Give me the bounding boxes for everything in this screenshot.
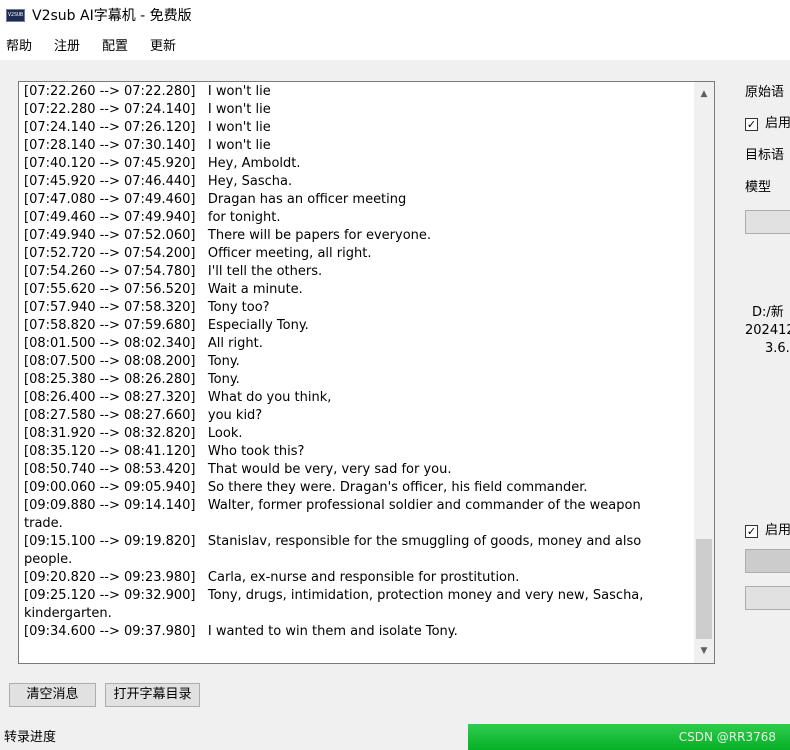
info-date-line: 202412	[745, 323, 790, 338]
log-line: [07:40.120 --> 07:45.920] Hey, Amboldt.	[24, 156, 301, 171]
log-line: [09:20.820 --> 09:23.980] Carla, ex-nurs…	[24, 570, 520, 585]
progress-label: 转录进度	[4, 730, 57, 745]
log-line: [07:45.920 --> 07:46.440] Hey, Sascha.	[24, 174, 293, 189]
log-line: [08:35.120 --> 08:41.120] Who took this?	[24, 444, 305, 459]
model-select-button[interactable]	[745, 210, 790, 234]
target-language-label: 目标语	[745, 148, 785, 163]
log-line: [07:58.820 --> 07:59.680] Especially Ton…	[24, 318, 309, 333]
log-line: [07:28.140 --> 07:30.140] I won't lie	[24, 138, 271, 153]
side-action-button-1[interactable]	[745, 549, 790, 573]
log-line: [07:24.140 --> 07:26.120] I won't lie	[24, 120, 271, 135]
enable-checkbox-1[interactable]: ✓	[745, 118, 758, 131]
log-line: [07:49.940 --> 07:52.060] There will be …	[24, 228, 432, 243]
menu-item-register[interactable]: 注册	[54, 37, 80, 57]
vertical-scrollbar[interactable]: ▲ ▼	[694, 82, 714, 663]
subtitle-log-list: [07:22.260 --> 07:22.280] I won't lie [07…	[24, 83, 690, 641]
open-subtitle-folder-button[interactable]: 打开字幕目录	[105, 683, 200, 707]
log-line: [07:49.460 --> 07:49.940] for tonight.	[24, 210, 281, 225]
model-label: 模型	[745, 180, 772, 195]
log-line: [07:22.260 --> 07:22.280] I won't lie	[24, 84, 271, 99]
log-line: [07:55.620 --> 07:56.520] Wait a minute.	[24, 282, 303, 297]
log-line: [08:26.400 --> 08:27.320] What do you th…	[24, 390, 332, 405]
scroll-thumb[interactable]	[696, 539, 712, 639]
log-line: [09:15.100 --> 09:19.820] Stanislav, res…	[24, 534, 642, 567]
clear-messages-button[interactable]: 清空消息	[9, 683, 96, 707]
log-line: [08:50.740 --> 08:53.420] That would be …	[24, 462, 452, 477]
menu-bar: 帮助 注册 配置 更新	[0, 34, 790, 60]
log-line: [09:09.880 --> 09:14.140] Walter, former…	[24, 498, 641, 531]
title-bar: V2SUB V2sub AI字幕机 - 免费版	[0, 0, 790, 34]
watermark: CSDN @RR3768	[678, 730, 776, 744]
window-title: V2sub AI字幕机 - 免费版	[32, 8, 192, 24]
menu-item-update[interactable]: 更新	[150, 37, 176, 57]
log-line: [08:25.380 --> 08:26.280] Tony.	[24, 372, 240, 387]
enable-checkbox-2[interactable]: ✓	[745, 525, 758, 538]
menu-item-config[interactable]: 配置	[102, 37, 128, 57]
log-line: [07:54.260 --> 07:54.780] I'll tell the …	[24, 264, 323, 279]
side-action-button-2[interactable]	[745, 586, 790, 610]
subtitle-log-textbox[interactable]: [07:22.260 --> 07:22.280] I won't lie [07…	[18, 81, 715, 664]
enable-label-2: 启用	[765, 523, 790, 538]
info-path-line: D:/新	[752, 305, 784, 320]
log-line: [09:34.600 --> 09:37.980] I wanted to wi…	[24, 624, 458, 639]
app-logo-text: V2SUB	[7, 12, 24, 18]
log-line: [09:25.120 --> 09:32.900] Tony, drugs, i…	[24, 588, 644, 621]
main-content: [07:22.260 --> 07:22.280] I won't lie [07…	[0, 60, 790, 750]
log-line: [08:01.500 --> 08:02.340] All right.	[24, 336, 263, 351]
enable-label-1: 启用	[765, 116, 790, 131]
progress-bar: CSDN @RR3768	[468, 724, 790, 750]
chevron-down-icon[interactable]: ▼	[694, 641, 714, 661]
log-line: [07:52.720 --> 07:54.200] Officer meetin…	[24, 246, 372, 261]
log-line: [07:22.280 --> 07:24.140] I won't lie	[24, 102, 271, 117]
source-language-label: 原始语	[745, 85, 785, 100]
chevron-up-icon[interactable]: ▲	[694, 84, 714, 104]
log-line: [07:47.080 --> 07:49.460] Dragan has an …	[24, 192, 407, 207]
log-line: [08:31.920 --> 08:32.820] Look.	[24, 426, 243, 441]
log-line: [09:00.060 --> 09:05.940] So there they …	[24, 480, 588, 495]
log-line: [08:07.500 --> 08:08.200] Tony.	[24, 354, 240, 369]
log-line: [08:27.580 --> 08:27.660] you kid?	[24, 408, 263, 423]
app-logo-icon: V2SUB	[6, 9, 25, 22]
info-version-line: 3.6.	[765, 341, 790, 356]
menu-item-help[interactable]: 帮助	[6, 37, 32, 57]
log-line: [07:57.940 --> 07:58.320] Tony too?	[24, 300, 270, 315]
